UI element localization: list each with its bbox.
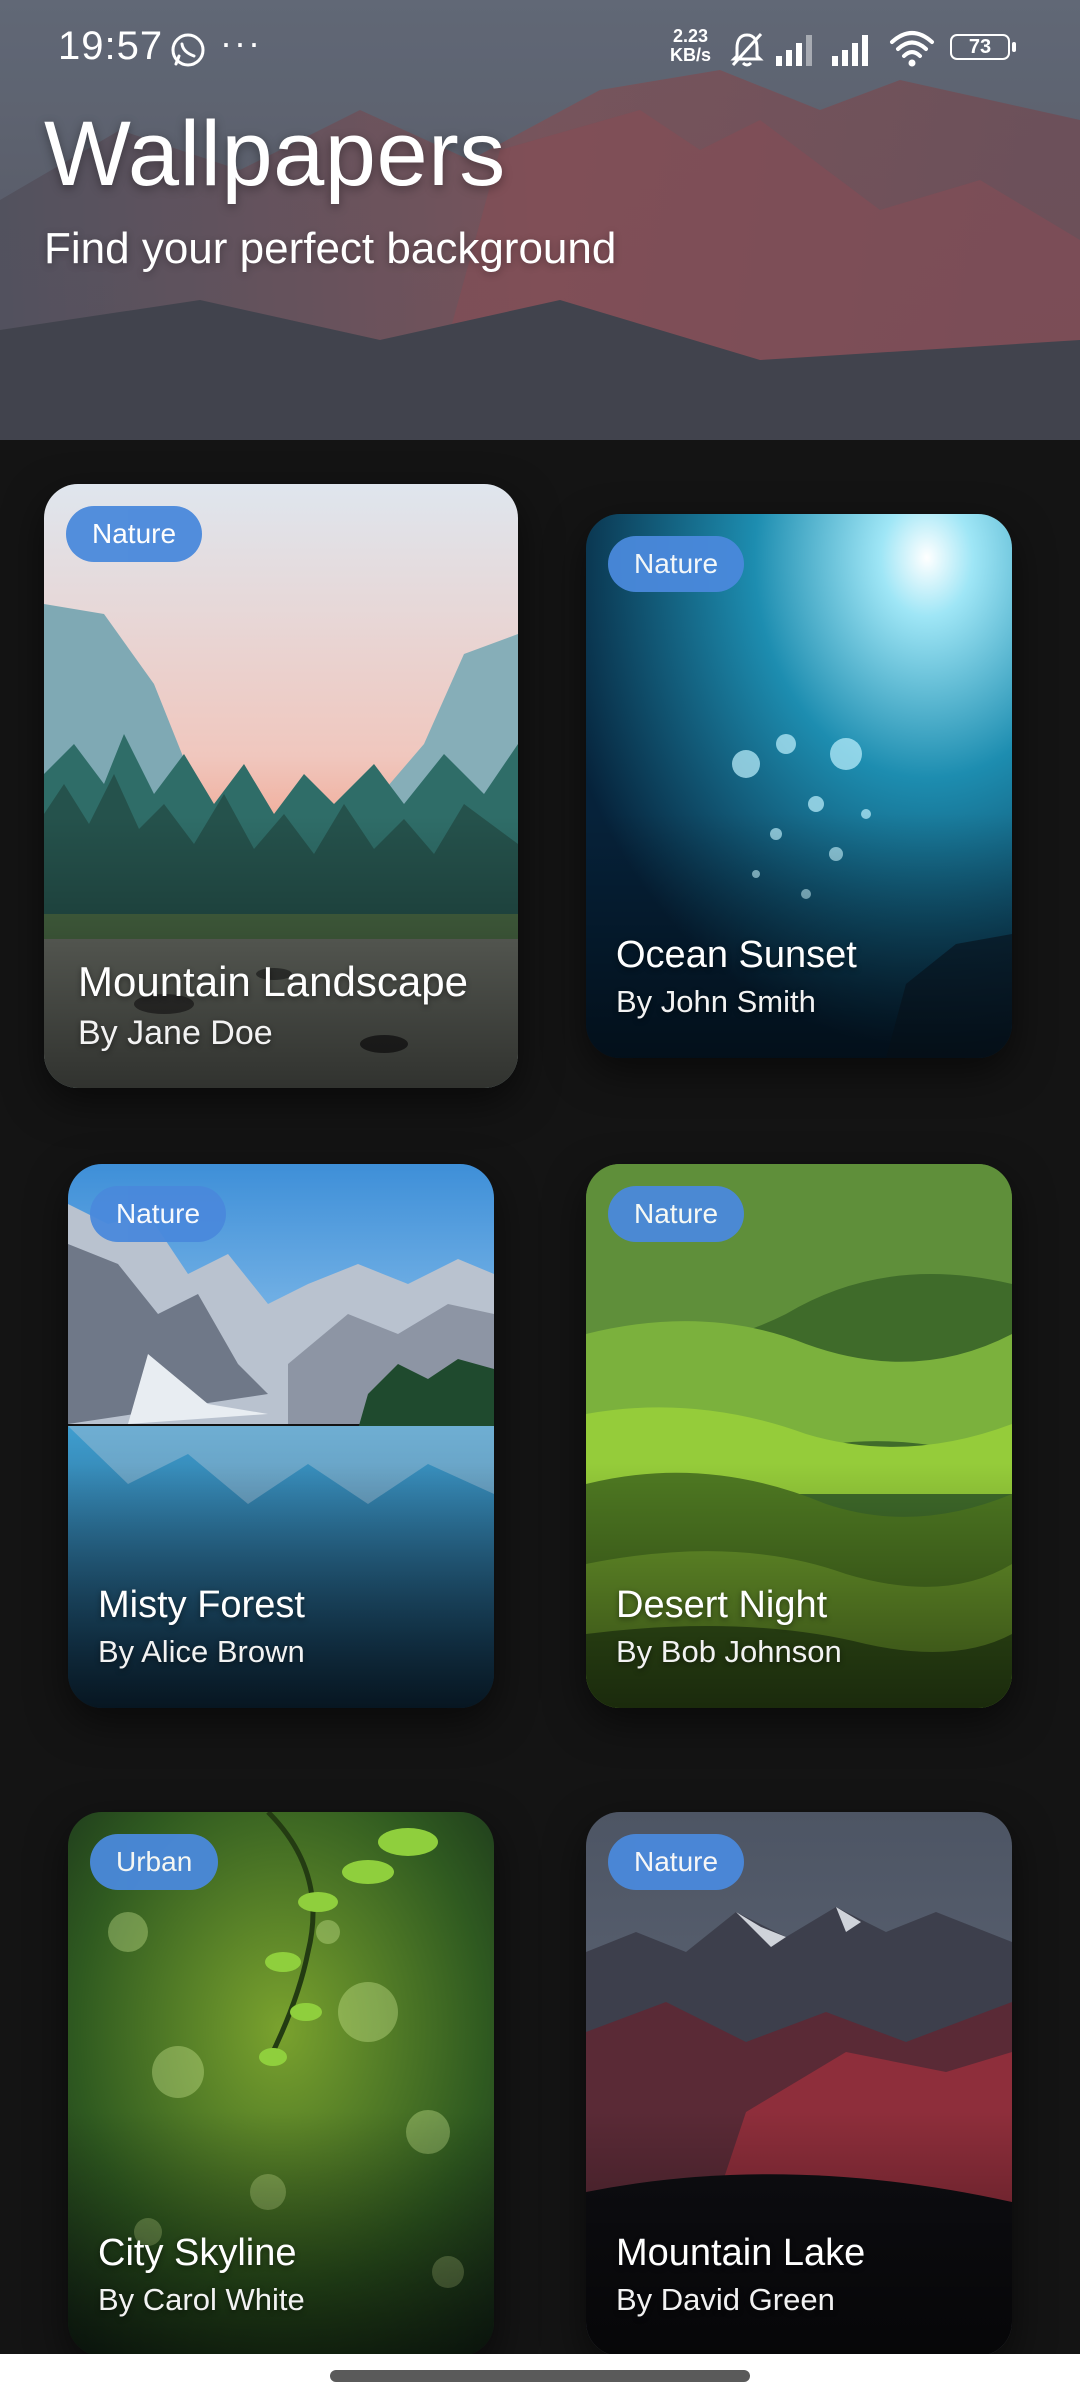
bell-off-icon — [730, 32, 764, 67]
signal-icon — [776, 35, 812, 66]
wallpaper-title: City Skyline — [98, 2232, 297, 2274]
category-badge: Nature — [608, 1186, 745, 1242]
category-badge: Nature — [90, 1186, 227, 1242]
home-indicator[interactable] — [330, 2370, 750, 2382]
network-speed: 2.23 KB/s — [670, 27, 711, 65]
navigation-bar — [0, 2354, 1080, 2400]
wallpaper-author: By Alice Brown — [98, 1634, 305, 1669]
wallpaper-card-mountain-lake[interactable]: Nature Mountain Lake By David Green — [586, 1812, 1012, 2356]
wallpaper-author: By Carol White — [98, 2282, 305, 2317]
wallpaper-title: Mountain Lake — [616, 2232, 866, 2274]
wallpaper-author: By Bob Johnson — [616, 1634, 842, 1669]
page-subtitle: Find your perfect background — [44, 224, 617, 273]
wallpaper-author: By David Green — [616, 2282, 835, 2317]
category-badge: Nature — [608, 536, 745, 592]
category-badge: Urban — [90, 1834, 219, 1890]
wallpaper-card-ocean-sunset[interactable]: Nature Ocean Sunset By John Smith — [586, 514, 1012, 1058]
wallpaper-title: Desert Night — [616, 1584, 828, 1626]
wallpaper-title: Misty Forest — [98, 1584, 305, 1626]
whatsapp-icon — [171, 33, 205, 67]
wallpaper-card-city-skyline[interactable]: Urban City Skyline By Carol White — [68, 1812, 494, 2356]
wifi-icon — [890, 31, 934, 67]
signal-icon — [832, 35, 868, 66]
category-badge: Nature — [608, 1834, 745, 1890]
wallpaper-card-misty-forest[interactable]: Nature Misty Forest By Alice Brown — [68, 1164, 494, 1708]
wallpapers-screen: 19:57 ··· 2.23 KB/s 73 Wallpapers Find y… — [0, 0, 1080, 2400]
wallpaper-title: Mountain Landscape — [78, 958, 468, 1005]
page-title: Wallpapers — [44, 103, 506, 205]
wallpaper-title: Ocean Sunset — [616, 934, 857, 976]
wallpaper-card-mountain-landscape[interactable]: Nature Mountain Landscape By Jane Doe — [44, 484, 518, 1088]
category-badge: Nature — [66, 506, 203, 562]
network-speed-value: 2.23 — [672, 26, 709, 46]
battery-icon: 73 — [950, 34, 1016, 64]
header-banner: 19:57 ··· 2.23 KB/s 73 Wallpapers Find y… — [0, 0, 1080, 440]
more-notifications-icon: ··· — [220, 22, 262, 63]
status-bar: 19:57 ··· 2.23 KB/s 73 — [0, 0, 1080, 100]
battery-level: 73 — [950, 34, 1010, 60]
status-time: 19:57 — [58, 24, 164, 68]
network-speed-unit: KB/s — [670, 45, 712, 65]
wallpaper-card-desert-night[interactable]: Nature Desert Night By Bob Johnson — [586, 1164, 1012, 1708]
wallpaper-author: By Jane Doe — [78, 1014, 273, 1052]
wallpaper-author: By John Smith — [616, 984, 816, 1019]
